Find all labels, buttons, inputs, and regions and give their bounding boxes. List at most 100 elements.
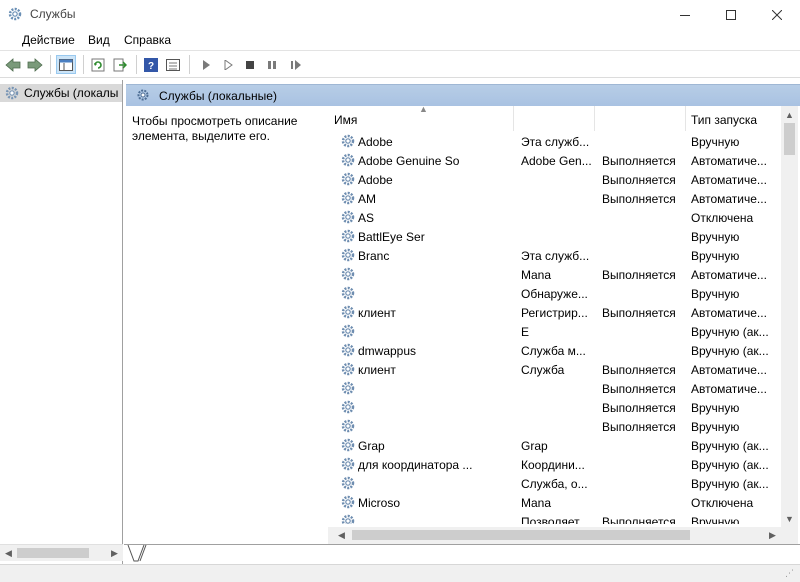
- table-row[interactable]: Обнаруже... Вручную: [328, 284, 784, 303]
- table-row[interactable]: Выполняется Автоматиче...: [328, 379, 784, 398]
- scrollbar-thumb[interactable]: [352, 530, 690, 540]
- service-gear-icon: [340, 475, 356, 491]
- table-row[interactable]: dmwappus Служба м... Вручную (ак...: [328, 341, 784, 360]
- column-headers: ▲ Имя Тип запуска: [328, 106, 784, 131]
- table-row[interactable]: Выполняется Вручную: [328, 398, 784, 417]
- table-row[interactable]: клиент Регистрир... Выполняется Автоматиче.…: [328, 303, 784, 322]
- cell-status: Выполняется: [602, 515, 676, 524]
- table-row[interactable]: BattlEye Ser Вручную: [328, 227, 784, 246]
- menu-view[interactable]: Вид: [88, 33, 110, 47]
- service-gear-icon: [340, 323, 356, 339]
- table-row[interactable]: Adobe Эта служб... Вручную: [328, 132, 784, 151]
- cell-startup-type: Автоматиче...: [691, 382, 767, 396]
- cell-status: Выполняется: [602, 268, 676, 282]
- list-vertical-scrollbar[interactable]: ▲ ▼: [781, 106, 798, 527]
- services-gear-icon: [5, 86, 19, 100]
- export-icon[interactable]: [110, 55, 130, 74]
- scroll-down-icon[interactable]: ▼: [781, 510, 798, 527]
- scroll-left-icon[interactable]: ◀: [333, 527, 350, 544]
- cell-description: Координи...: [521, 458, 585, 472]
- cell-name: Grap: [358, 439, 385, 453]
- refresh-icon[interactable]: [88, 55, 108, 74]
- start-icon[interactable]: [196, 55, 216, 74]
- service-gear-icon: [340, 190, 356, 206]
- service-gear-icon: [340, 228, 356, 244]
- column-name[interactable]: Имя: [328, 106, 514, 131]
- table-row[interactable]: Служба, о... Вручную (ак...: [328, 474, 784, 493]
- cell-startup-type: Вручную: [691, 230, 740, 244]
- service-gear-icon: [340, 247, 356, 263]
- table-row[interactable]: Adobe Выполняется Автоматиче...: [328, 170, 784, 189]
- cell-startup-type: Автоматиче...: [691, 154, 767, 168]
- back-icon[interactable]: [3, 55, 23, 74]
- service-gear-icon: [340, 437, 356, 453]
- column-status[interactable]: [596, 106, 686, 131]
- service-gear-icon: [340, 152, 356, 168]
- services-gear-icon: [7, 6, 23, 22]
- scrollbar-thumb[interactable]: [17, 548, 89, 558]
- pause-icon[interactable]: [262, 55, 282, 74]
- table-row[interactable]: Grap Grap Вручную (ак...: [328, 436, 784, 455]
- scrollbar-thumb[interactable]: [784, 123, 795, 155]
- table-row[interactable]: Branc Эта служб... Вручную: [328, 246, 784, 265]
- scroll-right-icon[interactable]: ▶: [764, 527, 781, 544]
- service-gear-icon: [340, 304, 356, 320]
- help-icon[interactable]: ?: [141, 55, 161, 74]
- cell-description: Adobe Gen...: [521, 154, 592, 168]
- close-button[interactable]: [754, 0, 800, 30]
- table-row[interactable]: AM Выполняется Автоматиче...: [328, 189, 784, 208]
- tree-horizontal-scrollbar[interactable]: ◀ ▶: [0, 544, 123, 561]
- pane-header: Службы (локальные): [126, 84, 800, 106]
- table-row[interactable]: для координатора ... Координи... Вручную (…: [328, 455, 784, 474]
- scroll-right-icon[interactable]: ▶: [106, 545, 123, 562]
- console-tree-icon[interactable]: [56, 55, 76, 74]
- cell-status: Выполняется: [602, 154, 676, 168]
- service-gear-icon: [340, 171, 356, 187]
- service-gear-icon: [340, 399, 356, 415]
- menu-help[interactable]: Справка: [124, 33, 171, 47]
- view-tabs: [124, 544, 800, 564]
- cell-name: Adobe Genuine So: [358, 154, 460, 168]
- cell-startup-type: Вручную: [691, 515, 740, 524]
- tree-item-label: Службы (локалы: [24, 86, 119, 100]
- cell-name: Microso: [358, 496, 401, 510]
- cell-status: Выполняется: [602, 173, 676, 187]
- toolbar: ?: [0, 50, 800, 78]
- table-row[interactable]: Позволяет... Выполняется Вручную: [328, 512, 784, 524]
- resize-grip-icon[interactable]: ⋰: [785, 568, 794, 579]
- scroll-left-icon[interactable]: ◀: [0, 545, 17, 562]
- list-horizontal-scrollbar[interactable]: ◀ ▶: [328, 527, 798, 544]
- table-row[interactable]: клиент Служба Выполняется Автоматиче...: [328, 360, 784, 379]
- column-startup-type[interactable]: Тип запуска: [685, 106, 784, 131]
- table-row[interactable]: E Вручную (ак...: [328, 322, 784, 341]
- cell-name: Branc: [358, 249, 390, 263]
- table-row[interactable]: AS Отключена: [328, 208, 784, 227]
- menu-action[interactable]: Действие: [22, 33, 75, 47]
- minimize-button[interactable]: [662, 0, 708, 30]
- svg-text:?: ?: [148, 61, 154, 72]
- cell-name: AS: [358, 211, 375, 225]
- service-gear-icon: [340, 285, 356, 301]
- stop-icon[interactable]: [240, 55, 260, 74]
- column-description[interactable]: [515, 106, 595, 131]
- restart-icon[interactable]: [286, 55, 306, 74]
- tab-extended[interactable]: [124, 544, 154, 565]
- forward-icon[interactable]: [25, 55, 45, 74]
- scroll-up-icon[interactable]: ▲: [781, 106, 798, 123]
- table-row[interactable]: Adobe Genuine So Adobe Gen... Выполняется А…: [328, 151, 784, 170]
- cell-description: Служба, о...: [521, 477, 588, 491]
- table-row[interactable]: Mana Выполняется Автоматиче...: [328, 265, 784, 284]
- service-description: Чтобы просмотреть описание элемента, выд…: [132, 114, 298, 143]
- start-params-icon[interactable]: [218, 55, 238, 74]
- cell-status: Выполняется: [602, 192, 676, 206]
- service-gear-icon: [340, 209, 356, 225]
- properties-icon[interactable]: [163, 55, 183, 74]
- table-row[interactable]: Microso Mana Отключена: [328, 493, 784, 512]
- service-gear-icon: [340, 133, 356, 149]
- cell-description: Позволяет...: [521, 515, 589, 524]
- cell-description: E: [521, 325, 530, 339]
- table-row[interactable]: Выполняется Вручную: [328, 417, 784, 436]
- tree-item-services-local[interactable]: Службы (локалы: [0, 84, 122, 102]
- menu-bar: Действие Вид Справка: [0, 30, 800, 50]
- maximize-button[interactable]: [708, 0, 754, 30]
